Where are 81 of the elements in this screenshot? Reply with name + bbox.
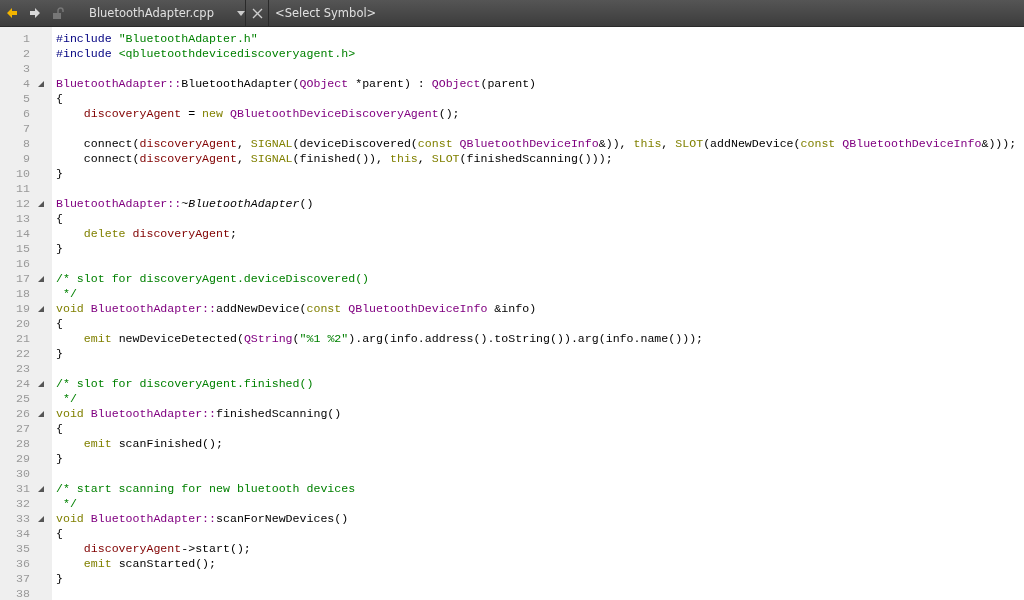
line-number: 10 xyxy=(15,166,30,181)
line-number: 17 xyxy=(15,271,30,286)
line-number: 18 xyxy=(15,286,30,301)
line-number: 38 xyxy=(15,586,30,600)
line-number: 24 xyxy=(15,376,30,391)
code-line: } xyxy=(56,346,63,361)
line-number: 19 xyxy=(15,301,30,316)
line-number: 11 xyxy=(15,181,30,196)
line-number: 36 xyxy=(15,556,30,571)
line-number: 15 xyxy=(15,241,30,256)
code-line: BluetoothAdapter::BluetoothAdapter(QObject *parent) : QObject(parent) xyxy=(56,76,537,91)
line-number: 35 xyxy=(15,541,30,556)
code-line: } xyxy=(56,451,63,466)
code-line: { xyxy=(56,526,63,541)
code-line: /* start scanning for new bluetooth devices xyxy=(56,481,356,496)
code-line: void BluetoothAdapter::scanForNewDevices() xyxy=(56,511,349,526)
code-line: discoveryAgent->start(); xyxy=(82,541,251,556)
line-number: 14 xyxy=(15,226,30,241)
code-line: BluetoothAdapter::~BluetoothAdapter() xyxy=(56,196,314,211)
fold-marker-icon[interactable] xyxy=(38,485,44,492)
line-number: 33 xyxy=(15,511,30,526)
line-number: 31 xyxy=(15,481,30,496)
line-number: 32 xyxy=(15,496,30,511)
code-line: #include "BluetoothAdapter.h" xyxy=(56,31,258,46)
line-number: 29 xyxy=(15,451,30,466)
line-number: 23 xyxy=(15,361,30,376)
code-line: connect(discoveryAgent, SIGNAL(deviceDiscovered(const QBluetoothDeviceInfo&)), this, SLOT(addNewDevice(const QBluetoothDeviceInfo&))); xyxy=(82,136,1017,151)
fold-marker-icon[interactable] xyxy=(38,200,44,207)
symbol-dropdown[interactable]: <Select Symbol> xyxy=(269,0,377,26)
line-number: 20 xyxy=(15,316,30,331)
line-number: 37 xyxy=(15,571,30,586)
code-line: } xyxy=(56,241,63,256)
code-line: */ xyxy=(61,391,77,406)
code-line: void BluetoothAdapter::addNewDevice(const QBluetoothDeviceInfo &info) xyxy=(56,301,537,316)
code-line: #include <qbluetoothdevicediscoveryagent.h> xyxy=(56,46,356,61)
close-icon[interactable] xyxy=(251,7,263,19)
line-number: 16 xyxy=(15,256,30,271)
fold-marker-icon[interactable] xyxy=(38,515,44,522)
code-line: delete discoveryAgent; xyxy=(82,226,237,241)
line-number: 7 xyxy=(22,121,30,136)
line-number: 27 xyxy=(15,421,30,436)
code-line: emit scanStarted(); xyxy=(82,556,217,571)
code-line: connect(discoveryAgent, SIGNAL(finished()), this, SLOT(finishedScanning())); xyxy=(82,151,613,166)
line-number: 30 xyxy=(15,466,30,481)
fold-marker-icon[interactable] xyxy=(38,410,44,417)
line-number: 1 xyxy=(22,31,30,46)
fold-marker-icon[interactable] xyxy=(38,305,44,312)
line-number: 3 xyxy=(22,61,30,76)
line-number: 9 xyxy=(22,151,30,166)
line-number: 34 xyxy=(15,526,30,541)
code-line: discoveryAgent = new QBluetoothDeviceDiscoveryAgent(); xyxy=(82,106,460,121)
code-line: */ xyxy=(61,496,77,511)
line-number: 21 xyxy=(15,331,30,346)
code-line: { xyxy=(56,316,63,331)
file-dropdown[interactable]: BluetoothAdapter.cpp xyxy=(77,0,246,26)
caret-icon xyxy=(237,10,245,16)
line-number: 25 xyxy=(15,391,30,406)
fold-marker-icon[interactable] xyxy=(38,275,44,282)
line-number: 5 xyxy=(22,91,30,106)
line-number: 28 xyxy=(15,436,30,451)
line-number: 26 xyxy=(15,406,30,421)
code-line: emit scanFinished(); xyxy=(82,436,223,451)
code-line: */ xyxy=(61,286,77,301)
code-line: { xyxy=(56,421,63,436)
line-number: 22 xyxy=(15,346,30,361)
line-number: 8 xyxy=(22,136,30,151)
code-line: } xyxy=(56,571,63,586)
code-line: /* slot for discoveryAgent.deviceDiscovered() xyxy=(56,271,370,286)
code-line: void BluetoothAdapter::finishedScanning() xyxy=(56,406,342,421)
fold-marker-icon[interactable] xyxy=(38,80,44,87)
code-line: } xyxy=(56,166,63,181)
code-line: /* slot for discoveryAgent.finished() xyxy=(56,376,314,391)
line-number: 4 xyxy=(22,76,30,91)
code-line: { xyxy=(56,211,63,226)
line-number: 2 xyxy=(22,46,30,61)
fold-marker-icon[interactable] xyxy=(38,380,44,387)
line-number: 12 xyxy=(15,196,30,211)
line-number: 13 xyxy=(15,211,30,226)
code-line: emit newDeviceDetected(QString("%1 %2").arg(info.address().toString()).arg(info.name())); xyxy=(82,331,704,346)
code-line: { xyxy=(56,91,63,106)
line-number: 6 xyxy=(22,106,30,121)
